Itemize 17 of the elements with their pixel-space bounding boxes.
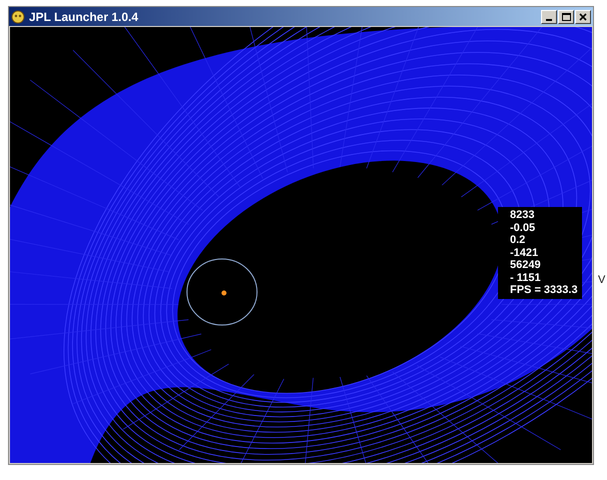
stat-value: 0.2 <box>509 234 526 246</box>
minimize-button[interactable] <box>541 10 557 24</box>
window-title: JPL Launcher 1.0.4 <box>29 10 140 24</box>
stat-value: -1421 <box>509 246 540 259</box>
minimize-icon <box>546 18 552 20</box>
maximize-icon <box>562 12 570 20</box>
close-icon <box>579 12 587 20</box>
stat-value: - 1151 <box>509 272 542 284</box>
close-button[interactable] <box>575 10 591 24</box>
stat-value: FPS = 3333.3 <box>509 284 578 296</box>
stat-value: 8233 <box>509 209 536 222</box>
stat-value: 56249 <box>509 259 542 272</box>
maximize-button[interactable] <box>558 10 574 24</box>
desktop-text: V <box>598 274 606 286</box>
stat-value: -0.05 <box>509 222 536 234</box>
app-icon <box>11 10 25 24</box>
small-orbit-drawing <box>186 258 258 326</box>
